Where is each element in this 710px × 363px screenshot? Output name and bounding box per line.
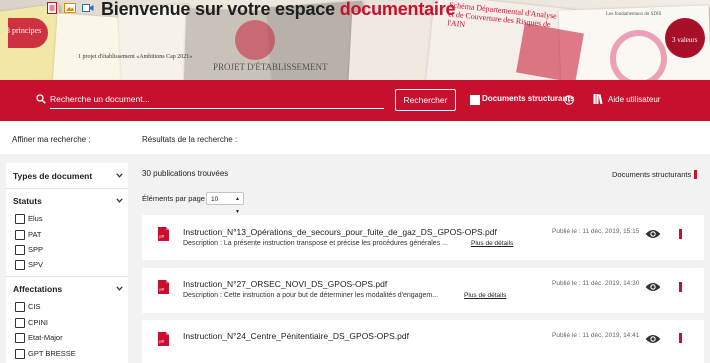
media-type-icons	[46, 2, 94, 14]
filter-types-label: Types de document	[13, 171, 93, 181]
result-details-link[interactable]: Plus de détails	[471, 240, 513, 247]
page-title-highlight: documentaire	[339, 0, 456, 19]
statut-label-spv: SPV	[28, 260, 44, 269]
divider	[6, 188, 128, 189]
structurants-label: Documents structurants	[482, 94, 575, 103]
affectation-label-etat-major: Etat-Major	[28, 333, 63, 342]
book-icon[interactable]	[593, 93, 605, 105]
pdf-file-icon	[47, 2, 57, 14]
pdf-icon: pdf	[158, 332, 169, 346]
statut-label-spp: SPP	[28, 245, 44, 254]
affectation-label-cis: CIS	[28, 302, 41, 311]
structurants-checkbox[interactable]	[470, 95, 480, 105]
pdf-icon: pdf	[158, 227, 169, 241]
filter-affectations-label: Affectations	[13, 284, 63, 294]
banner-text: 1 projet d'établissement «Ambitions Cap …	[78, 54, 193, 60]
video-file-icon	[82, 4, 94, 12]
eye-icon[interactable]	[645, 282, 661, 292]
result-date: Publié le : 11 déc. 2019, 14:30	[552, 280, 640, 287]
structurants-marker	[694, 170, 697, 179]
result-title[interactable]: Instruction_N°24_Centre_Pénitentiaire_DS…	[183, 331, 409, 341]
svg-text:pdf: pdf	[159, 235, 164, 239]
result-card: pdf Instruction_N°27_ORSEC_NOVI_DS_GPOS-…	[142, 268, 704, 313]
banner-text: PROJET D'ÉTABLISSEMENT	[213, 62, 328, 72]
statut-checkbox-spp[interactable]	[15, 245, 25, 255]
per-page-value: 10	[211, 196, 219, 203]
statut-label-pat: PAT	[28, 230, 42, 239]
affectation-checkbox-gpt-bresse[interactable]	[15, 349, 25, 359]
chevron-down-icon	[116, 198, 123, 203]
statut-checkbox-pat[interactable]	[15, 230, 25, 240]
banner-decoration	[235, 20, 275, 60]
pdf-icon: pdf	[158, 280, 169, 294]
divider	[6, 276, 128, 277]
per-page-label: Éléments par page	[142, 194, 205, 203]
banner-text: 3 valeurs	[672, 36, 698, 44]
result-card: pdf Instruction_N°13_Opérations_de_secou…	[142, 215, 704, 260]
result-description: Description : Cette instruction a pour b…	[183, 292, 439, 299]
affectation-checkbox-cis[interactable]	[15, 302, 25, 312]
result-title[interactable]: Instruction_N°27_ORSEC_NOVI_DS_GPOS-OPS.…	[183, 279, 387, 289]
eye-icon[interactable]	[645, 229, 661, 239]
info-icon[interactable]	[564, 95, 574, 105]
filter-heading: Affiner ma recherche :	[12, 135, 91, 144]
result-date: Publié le : 11 déc. 2019, 15:15	[552, 228, 640, 235]
result-date: Publié le : 11 déc. 2019, 14:41	[552, 332, 640, 339]
banner-text: Les fondamentaux du SDIS	[606, 12, 662, 17]
statut-checkbox-spv[interactable]	[15, 260, 25, 270]
affectation-label-cpini: CPINI	[28, 318, 49, 327]
result-details-link[interactable]: Plus de détails	[464, 292, 506, 299]
filter-panel: Types de document Statuts Elus PAT SPP S…	[6, 163, 128, 363]
results-count: 30 publications trouvées	[142, 169, 229, 178]
aide-utilisateur-link[interactable]: Aide utilisateur	[608, 95, 660, 104]
affectation-checkbox-cpini[interactable]	[15, 318, 25, 328]
per-page-select[interactable]: 10 ▲ ▼	[206, 192, 244, 215]
search-icon	[36, 94, 46, 104]
results-heading: Résultats de la recherche :	[142, 135, 238, 144]
bookmark-marker[interactable]	[679, 282, 682, 292]
bookmark-marker[interactable]	[679, 333, 682, 343]
statut-label-elus: Elus	[28, 214, 43, 223]
banner-decoration	[610, 30, 667, 80]
eye-icon[interactable]	[645, 334, 661, 344]
page-title-main: Bienvenue sur votre espace	[101, 0, 340, 19]
affectation-checkbox-etat-major[interactable]	[15, 333, 25, 343]
svg-text:pdf: pdf	[159, 288, 164, 292]
search-input[interactable]	[50, 90, 384, 109]
header-banner: 3 principes 1 projet d'établissement «Am…	[0, 0, 710, 80]
statut-checkbox-elus[interactable]	[15, 214, 25, 224]
chevron-down-icon	[116, 286, 123, 291]
search-button[interactable]: Rechercher	[395, 89, 456, 111]
page-title: Bienvenue sur votre espace documentaire	[101, 0, 456, 20]
chevron-down-icon	[116, 173, 123, 178]
filter-statuts-label: Statuts	[13, 196, 42, 206]
structurants-legend-label: Documents structurants	[612, 170, 692, 179]
result-card: pdf Instruction_N°24_Centre_Pénitentiair…	[142, 320, 704, 363]
svg-text:pdf: pdf	[159, 340, 164, 344]
affectation-label-gpt-bresse: GPT BRESSE	[28, 349, 76, 358]
image-file-icon	[64, 3, 76, 13]
banner-text: 3 principes	[6, 26, 42, 35]
result-description: Description : La présente instruction tr…	[183, 240, 448, 247]
result-title[interactable]: Instruction_N°13_Opérations_de_secours_p…	[183, 227, 497, 237]
bookmark-marker[interactable]	[679, 229, 682, 239]
